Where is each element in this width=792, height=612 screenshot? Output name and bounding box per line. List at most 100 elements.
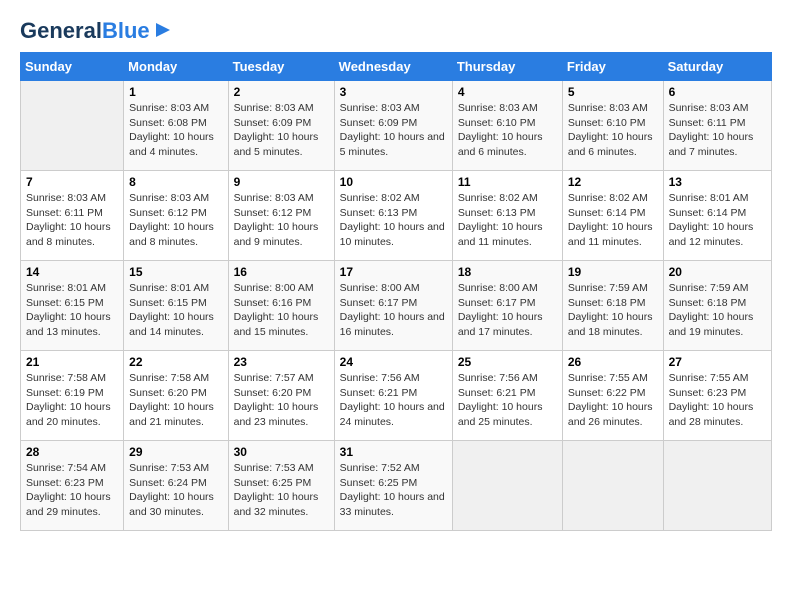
calendar-cell: 15 Sunrise: 8:01 AM Sunset: 6:15 PM Dayli…: [124, 261, 228, 351]
cell-info: Sunrise: 8:03 AM Sunset: 6:10 PM Dayligh…: [458, 101, 557, 160]
day-number: 29: [129, 445, 222, 459]
calendar-cell: 3Sunrise: 8:03 AM Sunset: 6:09 PM Daylig…: [334, 81, 452, 171]
calendar-cell: 12 Sunrise: 8:02 AM Sunset: 6:14 PM Dayli…: [562, 171, 663, 261]
cell-info: Sunrise: 7:53 AM Sunset: 6:24 PM Dayligh…: [129, 461, 222, 520]
cell-info: Sunrise: 7:57 AM Sunset: 6:20 PM Dayligh…: [234, 371, 329, 430]
day-number: 7: [26, 175, 118, 189]
calendar-cell: 23 Sunrise: 7:57 AM Sunset: 6:20 PM Dayli…: [228, 351, 334, 441]
page-header: GeneralBlue: [20, 20, 772, 42]
cell-info: Sunrise: 8:01 AM Sunset: 6:14 PM Dayligh…: [669, 191, 766, 250]
calendar-cell: 27 Sunrise: 7:55 AM Sunset: 6:23 PM Dayli…: [663, 351, 771, 441]
calendar-cell: 1 Sunrise: 8:03 AM Sunset: 6:08 PM Daylig…: [124, 81, 228, 171]
cell-info: Sunrise: 8:00 AM Sunset: 6:17 PM Dayligh…: [458, 281, 557, 340]
calendar-cell: [21, 81, 124, 171]
day-number: 21: [26, 355, 118, 369]
calendar-cell: 5 Sunrise: 8:03 AM Sunset: 6:10 PM Daylig…: [562, 81, 663, 171]
calendar-week-row: 14 Sunrise: 8:01 AM Sunset: 6:15 PM Dayli…: [21, 261, 772, 351]
weekday-header-tuesday: Tuesday: [228, 53, 334, 81]
weekday-header-sunday: Sunday: [21, 53, 124, 81]
calendar-cell: 10 Sunrise: 8:02 AM Sunset: 6:13 PM Dayli…: [334, 171, 452, 261]
day-number: 8: [129, 175, 222, 189]
cell-info: Sunrise: 8:03 AM Sunset: 6:11 PM Dayligh…: [669, 101, 766, 160]
day-number: 12: [568, 175, 658, 189]
day-number: 22: [129, 355, 222, 369]
day-number: 27: [669, 355, 766, 369]
day-number: 30: [234, 445, 329, 459]
weekday-header-monday: Monday: [124, 53, 228, 81]
calendar-cell: 8 Sunrise: 8:03 AM Sunset: 6:12 PM Daylig…: [124, 171, 228, 261]
cell-info: Sunrise: 8:00 AM Sunset: 6:16 PM Dayligh…: [234, 281, 329, 340]
calendar-cell: [663, 441, 771, 531]
day-number: 4: [458, 85, 557, 99]
day-number: 28: [26, 445, 118, 459]
calendar-cell: 20Sunrise: 7:59 AM Sunset: 6:18 PM Dayli…: [663, 261, 771, 351]
cell-info: Sunrise: 8:03 AM Sunset: 6:09 PM Dayligh…: [234, 101, 329, 160]
calendar-table: SundayMondayTuesdayWednesdayThursdayFrid…: [20, 52, 772, 531]
cell-info: Sunrise: 7:59 AM Sunset: 6:18 PM Dayligh…: [568, 281, 658, 340]
cell-info: Sunrise: 7:56 AM Sunset: 6:21 PM Dayligh…: [458, 371, 557, 430]
calendar-week-row: 7 Sunrise: 8:03 AM Sunset: 6:11 PM Daylig…: [21, 171, 772, 261]
calendar-cell: 29 Sunrise: 7:53 AM Sunset: 6:24 PM Dayli…: [124, 441, 228, 531]
calendar-cell: 31Sunrise: 7:52 AM Sunset: 6:25 PM Dayli…: [334, 441, 452, 531]
cell-info: Sunrise: 8:01 AM Sunset: 6:15 PM Dayligh…: [26, 281, 118, 340]
day-number: 5: [568, 85, 658, 99]
calendar-cell: 25 Sunrise: 7:56 AM Sunset: 6:21 PM Dayli…: [452, 351, 562, 441]
cell-info: Sunrise: 7:58 AM Sunset: 6:20 PM Dayligh…: [129, 371, 222, 430]
cell-info: Sunrise: 8:03 AM Sunset: 6:10 PM Dayligh…: [568, 101, 658, 160]
cell-info: Sunrise: 8:02 AM Sunset: 6:13 PM Dayligh…: [340, 191, 447, 250]
calendar-cell: [452, 441, 562, 531]
calendar-cell: 13Sunrise: 8:01 AM Sunset: 6:14 PM Dayli…: [663, 171, 771, 261]
day-number: 16: [234, 265, 329, 279]
calendar-cell: 24 Sunrise: 7:56 AM Sunset: 6:21 PM Dayli…: [334, 351, 452, 441]
cell-info: Sunrise: 7:59 AM Sunset: 6:18 PM Dayligh…: [669, 281, 766, 340]
day-number: 14: [26, 265, 118, 279]
day-number: 15: [129, 265, 222, 279]
day-number: 11: [458, 175, 557, 189]
logo-text: GeneralBlue: [20, 20, 150, 42]
calendar-week-row: 1 Sunrise: 8:03 AM Sunset: 6:08 PM Daylig…: [21, 81, 772, 171]
cell-info: Sunrise: 8:02 AM Sunset: 6:14 PM Dayligh…: [568, 191, 658, 250]
cell-info: Sunrise: 8:00 AM Sunset: 6:17 PM Dayligh…: [340, 281, 447, 340]
day-number: 10: [340, 175, 447, 189]
cell-info: Sunrise: 7:52 AM Sunset: 6:25 PM Dayligh…: [340, 461, 447, 520]
cell-info: Sunrise: 7:55 AM Sunset: 6:23 PM Dayligh…: [669, 371, 766, 430]
calendar-cell: 17Sunrise: 8:00 AM Sunset: 6:17 PM Dayli…: [334, 261, 452, 351]
day-number: 19: [568, 265, 658, 279]
calendar-cell: 21 Sunrise: 7:58 AM Sunset: 6:19 PM Dayli…: [21, 351, 124, 441]
cell-info: Sunrise: 8:03 AM Sunset: 6:12 PM Dayligh…: [234, 191, 329, 250]
calendar-cell: [562, 441, 663, 531]
day-number: 9: [234, 175, 329, 189]
calendar-cell: 28Sunrise: 7:54 AM Sunset: 6:23 PM Dayli…: [21, 441, 124, 531]
day-number: 2: [234, 85, 329, 99]
calendar-cell: 14 Sunrise: 8:01 AM Sunset: 6:15 PM Dayli…: [21, 261, 124, 351]
cell-info: Sunrise: 8:03 AM Sunset: 6:08 PM Dayligh…: [129, 101, 222, 160]
calendar-cell: 16 Sunrise: 8:00 AM Sunset: 6:16 PM Dayli…: [228, 261, 334, 351]
cell-info: Sunrise: 8:03 AM Sunset: 6:12 PM Dayligh…: [129, 191, 222, 250]
weekday-header-saturday: Saturday: [663, 53, 771, 81]
calendar-cell: 2 Sunrise: 8:03 AM Sunset: 6:09 PM Daylig…: [228, 81, 334, 171]
calendar-cell: 4 Sunrise: 8:03 AM Sunset: 6:10 PM Daylig…: [452, 81, 562, 171]
logo-arrow-icon: [152, 19, 174, 41]
cell-info: Sunrise: 8:01 AM Sunset: 6:15 PM Dayligh…: [129, 281, 222, 340]
calendar-cell: 7 Sunrise: 8:03 AM Sunset: 6:11 PM Daylig…: [21, 171, 124, 261]
calendar-cell: 26 Sunrise: 7:55 AM Sunset: 6:22 PM Dayli…: [562, 351, 663, 441]
day-number: 26: [568, 355, 658, 369]
day-number: 24: [340, 355, 447, 369]
cell-info: Sunrise: 7:58 AM Sunset: 6:19 PM Dayligh…: [26, 371, 118, 430]
calendar-week-row: 21 Sunrise: 7:58 AM Sunset: 6:19 PM Dayli…: [21, 351, 772, 441]
day-number: 1: [129, 85, 222, 99]
day-number: 23: [234, 355, 329, 369]
day-number: 3: [340, 85, 447, 99]
weekday-header-thursday: Thursday: [452, 53, 562, 81]
cell-info: Sunrise: 7:56 AM Sunset: 6:21 PM Dayligh…: [340, 371, 447, 430]
day-number: 18: [458, 265, 557, 279]
calendar-cell: 30Sunrise: 7:53 AM Sunset: 6:25 PM Dayli…: [228, 441, 334, 531]
cell-info: Sunrise: 7:55 AM Sunset: 6:22 PM Dayligh…: [568, 371, 658, 430]
calendar-cell: 11Sunrise: 8:02 AM Sunset: 6:13 PM Dayli…: [452, 171, 562, 261]
calendar-cell: 19 Sunrise: 7:59 AM Sunset: 6:18 PM Dayli…: [562, 261, 663, 351]
day-number: 6: [669, 85, 766, 99]
weekday-header-wednesday: Wednesday: [334, 53, 452, 81]
cell-info: Sunrise: 8:03 AM Sunset: 6:11 PM Dayligh…: [26, 191, 118, 250]
day-number: 25: [458, 355, 557, 369]
calendar-cell: 9 Sunrise: 8:03 AM Sunset: 6:12 PM Daylig…: [228, 171, 334, 261]
